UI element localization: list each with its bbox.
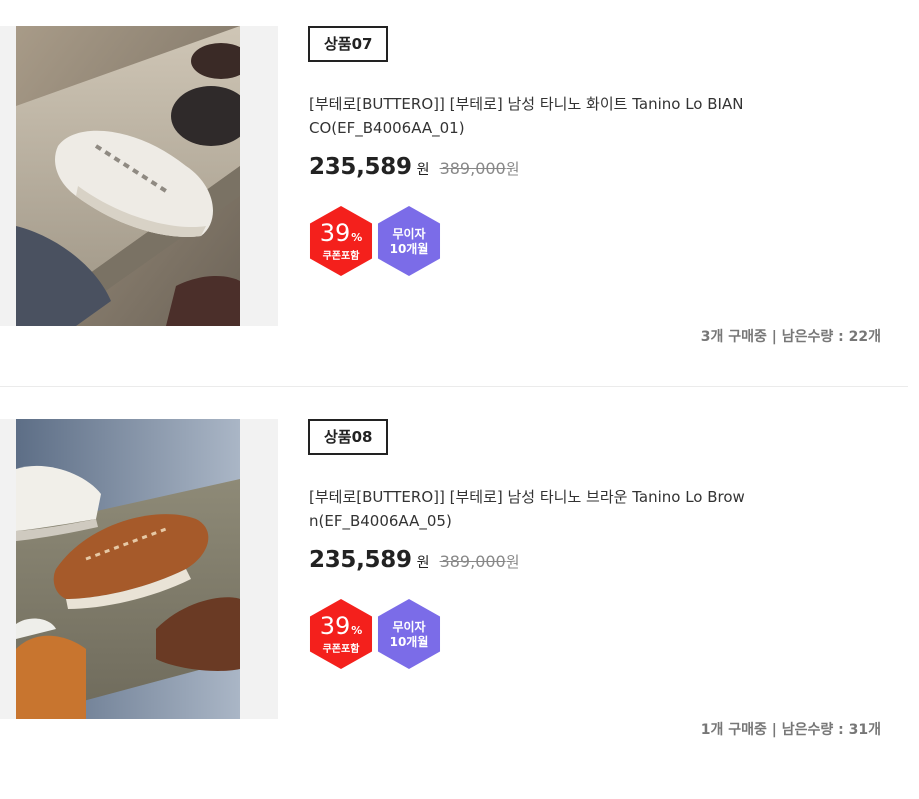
product-card[interactable]: 상품07 [부테로[BUTTERO]] [부테로] 남성 타니노 화이트 Tan… [0,26,919,406]
product-image[interactable] [16,419,240,719]
interest-free-badge: 무이자 10개월 [377,599,441,669]
product-title[interactable]: [부테로[BUTTERO]] [부테로] 남성 타니노 브라운 Tanino L… [309,485,749,533]
coupon-included-label: 쿠폰포함 [322,644,360,655]
original-price: 389,000 [439,552,506,571]
interest-free-label: 무이자 [392,227,426,241]
stock-status: 3개 구매중 | 남은수량 : 22개 [700,329,881,345]
interest-free-months: 10개월 [389,242,429,256]
original-price: 389,000 [439,159,506,178]
discount-percent-sign: % [351,231,363,244]
original-price-unit: 원 [505,553,520,571]
interest-free-months: 10개월 [389,635,429,649]
discount-percent: 39 [319,612,351,640]
price-row: 235,589 원 389,000 원 [309,547,520,577]
product-title[interactable]: [부테로[BUTTERO]] [부테로] 남성 타니노 화이트 Tanino L… [309,92,749,140]
sale-price-unit: 원 [416,162,430,178]
discount-percent-sign: % [351,624,363,637]
product-tag: 상품08 [308,419,389,455]
discount-percent: 39 [319,219,351,247]
white-sneaker-photo-icon [16,26,240,326]
sale-price: 235,589 [309,154,412,180]
product-card[interactable]: 상품08 [부테로[BUTTERO]] [부테로] 남성 타니노 브라운 Tan… [0,419,919,799]
interest-free-label: 무이자 [392,620,426,634]
original-price-unit: 원 [505,160,520,178]
discount-badge: 39% 쿠폰포함 [309,599,373,669]
divider [0,386,908,387]
brown-sneaker-photo-icon [16,419,240,719]
price-row: 235,589 원 389,000 원 [309,154,520,184]
coupon-included-label: 쿠폰포함 [322,251,360,262]
sale-price: 235,589 [309,547,412,573]
product-image[interactable] [16,26,240,326]
product-tag: 상품07 [308,26,389,62]
discount-badge: 39% 쿠폰포함 [309,206,373,276]
stock-status: 1개 구매중 | 남은수량 : 31개 [700,722,881,738]
interest-free-badge: 무이자 10개월 [377,206,441,276]
sale-price-unit: 원 [416,555,430,571]
